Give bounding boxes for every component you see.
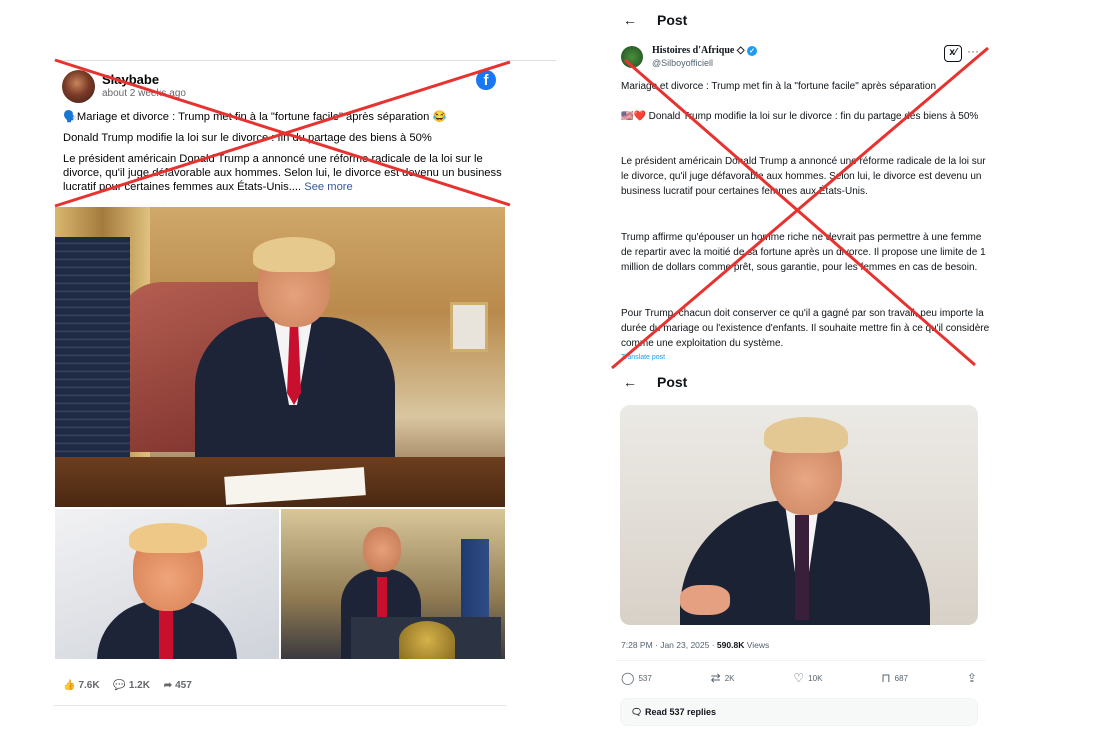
cross-line (624, 58, 976, 367)
red-cross-overlay (54, 46, 989, 370)
